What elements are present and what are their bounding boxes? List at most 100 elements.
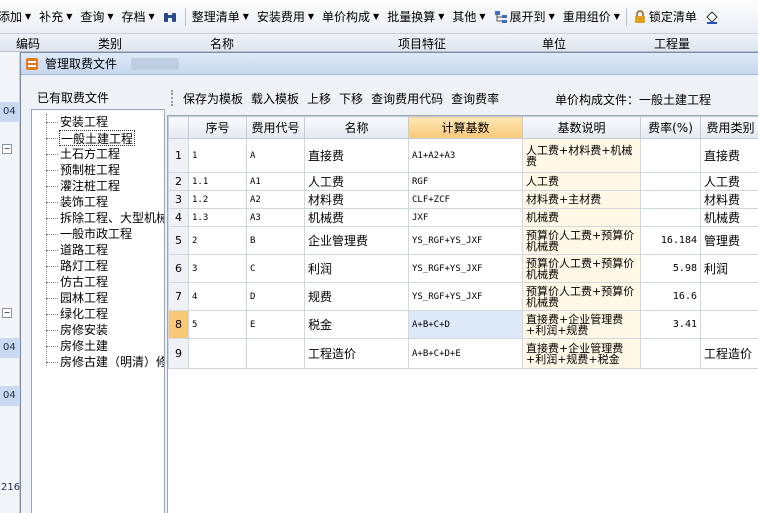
desc-cell[interactable]: 人工费+材料费+机械费 <box>522 138 641 173</box>
column-header-base[interactable]: 计算基数 <box>408 116 523 139</box>
code-cell[interactable]: A3 <box>246 208 305 227</box>
code-cell[interactable]: A2 <box>246 190 305 209</box>
name-cell[interactable]: 材料费 <box>304 190 409 209</box>
table-row[interactable]: 4 1.3 A3 机械费 JXF 机械费 机械费 <box>168 208 758 227</box>
save-template-button[interactable]: 保存为模板 <box>179 90 247 107</box>
column-header-code[interactable]: 费用代号 <box>246 116 305 139</box>
code-cell[interactable]: C <box>246 254 305 283</box>
row-number-cell[interactable]: 7 <box>168 282 189 311</box>
query-fee-code-button[interactable]: 查询费用代码 <box>367 90 447 107</box>
base-cell[interactable]: YS_RGF+YS_JXF <box>408 226 523 255</box>
fee-file-tree[interactable]: 安装工程 一般土建工程 土石方工程 预制桩工程 灌注桩工程 装饰工程 拆除工程、大型机械 一般… <box>31 109 165 513</box>
row-number-cell[interactable]: 8 <box>168 310 189 339</box>
row-number-cell[interactable]: 2 <box>168 172 189 191</box>
toolbar-supplement-button[interactable]: 补充 ▼ <box>35 6 76 28</box>
tree-item[interactable]: 路灯工程 <box>60 258 108 274</box>
row-number-cell[interactable]: 4 <box>168 208 189 227</box>
code-cell[interactable]: A <box>246 138 305 173</box>
move-down-button[interactable]: 下移 <box>335 90 367 107</box>
category-cell[interactable]: 材料费 <box>700 190 758 209</box>
desc-cell[interactable]: 预算价人工费+预算价机械费 <box>522 226 641 255</box>
table-row[interactable]: 6 3 C 利润 YS_RGF+YS_JXF 预算价人工费+预算价机械费 5.98 利润 <box>168 254 758 283</box>
seq-cell[interactable] <box>188 338 247 369</box>
tree-item[interactable]: 房修安装 <box>60 322 108 338</box>
toolbar-install-fee-button[interactable]: 安装费用 ▼ <box>253 6 318 28</box>
desc-cell[interactable]: 预算价人工费+预算价机械费 <box>522 282 641 311</box>
tree-item[interactable]: 拆除工程、大型机械 <box>60 210 164 226</box>
seq-cell[interactable]: 2 <box>188 226 247 255</box>
category-cell[interactable]: 机械费 <box>700 208 758 227</box>
base-cell[interactable]: CLF+ZCF <box>408 190 523 209</box>
toolbar-lock-button[interactable]: 锁定清单 <box>629 6 701 28</box>
rate-cell[interactable]: 16.184 <box>640 226 701 255</box>
rate-cell[interactable] <box>640 338 701 369</box>
load-template-button[interactable]: 载入模板 <box>247 90 303 107</box>
category-cell[interactable]: 利润 <box>700 254 758 283</box>
desc-cell[interactable]: 预算价人工费+预算价机械费 <box>522 254 641 283</box>
base-cell[interactable]: JXF <box>408 208 523 227</box>
toolbar-reuse-button[interactable]: 重用组价 ▼ <box>559 6 624 28</box>
toolbar-unit-price-button[interactable]: 单价构成 ▼ <box>318 6 383 28</box>
toolbar-organize-button[interactable]: 整理清单 ▼ <box>188 6 253 28</box>
row-number-cell[interactable]: 3 <box>168 190 189 209</box>
tree-item[interactable]: 园林工程 <box>60 290 108 306</box>
binoculars-button[interactable] <box>159 6 183 28</box>
tree-item[interactable]: 房修土建 <box>60 338 108 354</box>
code-cell[interactable] <box>246 338 305 369</box>
rate-cell[interactable] <box>640 190 701 209</box>
code-cell[interactable]: A1 <box>246 172 305 191</box>
row-number-cell[interactable]: 5 <box>168 226 189 255</box>
table-row[interactable]: 9 工程造价 A+B+C+D+E 直接费+企业管理费+利润+规费+税金 工程造价 <box>168 338 758 369</box>
name-cell[interactable]: 工程造价 <box>304 338 409 369</box>
toolbar-expand-button[interactable]: 展开到 ▼ <box>490 6 559 28</box>
tree-item[interactable]: 预制桩工程 <box>60 162 120 178</box>
desc-cell[interactable]: 人工费 <box>522 172 641 191</box>
base-cell[interactable]: A+B+C+D+E <box>408 338 523 369</box>
name-cell[interactable]: 机械费 <box>304 208 409 227</box>
row-number-cell[interactable]: 6 <box>168 254 189 283</box>
name-cell[interactable]: 企业管理费 <box>304 226 409 255</box>
base-cell[interactable]: YS_RGF+YS_JXF <box>408 254 523 283</box>
seq-cell[interactable]: 4 <box>188 282 247 311</box>
table-row[interactable]: 1 1 A 直接费 A1+A2+A3 人工费+材料费+机械费 直接费 <box>168 138 758 173</box>
column-header-desc[interactable]: 基数说明 <box>522 116 641 139</box>
category-cell[interactable]: 管理费 <box>700 226 758 255</box>
query-fee-rate-button[interactable]: 查询费率 <box>447 90 503 107</box>
category-cell[interactable] <box>700 310 758 339</box>
row-number-cell[interactable]: 1 <box>168 138 189 173</box>
tree-item[interactable]: 安装工程 <box>60 114 108 130</box>
code-cell[interactable]: D <box>246 282 305 311</box>
toolbar-batch-convert-button[interactable]: 批量换算 ▼ <box>383 6 448 28</box>
seq-cell[interactable]: 1.3 <box>188 208 247 227</box>
name-cell[interactable]: 利润 <box>304 254 409 283</box>
toolbar-add-button[interactable]: 添加 ▼ <box>0 6 35 28</box>
category-cell[interactable]: 工程造价 <box>700 338 758 369</box>
code-cell[interactable]: B <box>246 226 305 255</box>
column-header-rate[interactable]: 费率(%) <box>640 116 701 139</box>
category-cell[interactable]: 直接费 <box>700 138 758 173</box>
move-up-button[interactable]: 上移 <box>303 90 335 107</box>
name-cell[interactable]: 税金 <box>304 310 409 339</box>
seq-cell[interactable]: 3 <box>188 254 247 283</box>
desc-cell[interactable]: 直接费+企业管理费+利润+规费+税金 <box>522 338 641 369</box>
name-cell[interactable]: 直接费 <box>304 138 409 173</box>
column-header-seq[interactable]: 序号 <box>188 116 247 139</box>
tree-item[interactable]: 绿化工程 <box>60 306 108 322</box>
paint-bucket-button[interactable] <box>701 6 725 28</box>
row-number-cell[interactable]: 9 <box>168 338 189 369</box>
toolbar-other-button[interactable]: 其他 ▼ <box>448 6 489 28</box>
code-cell[interactable]: E <box>246 310 305 339</box>
toolbar-query-button[interactable]: 查询 ▼ <box>76 6 117 28</box>
toolbar-archive-button[interactable]: 存档 ▼ <box>118 6 159 28</box>
rate-cell[interactable]: 5.98 <box>640 254 701 283</box>
rate-cell[interactable] <box>640 208 701 227</box>
seq-cell[interactable]: 1.1 <box>188 172 247 191</box>
name-cell[interactable]: 规费 <box>304 282 409 311</box>
desc-cell[interactable]: 机械费 <box>522 208 641 227</box>
desc-cell[interactable]: 直接费+企业管理费+利润+规费 <box>522 310 641 339</box>
rate-cell[interactable] <box>640 172 701 191</box>
tree-item[interactable]: 一般市政工程 <box>60 226 132 242</box>
column-header-category[interactable]: 费用类别 <box>700 116 758 139</box>
name-cell[interactable]: 人工费 <box>304 172 409 191</box>
rate-cell[interactable]: 3.41 <box>640 310 701 339</box>
